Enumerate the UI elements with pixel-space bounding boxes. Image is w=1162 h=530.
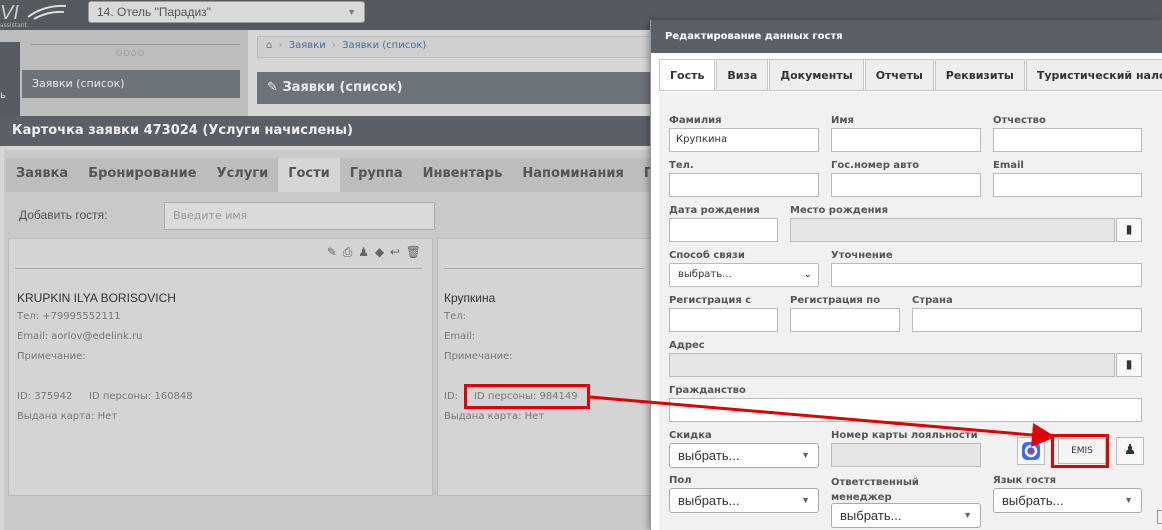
annotation-arrow-icon bbox=[589, 395, 1056, 447]
